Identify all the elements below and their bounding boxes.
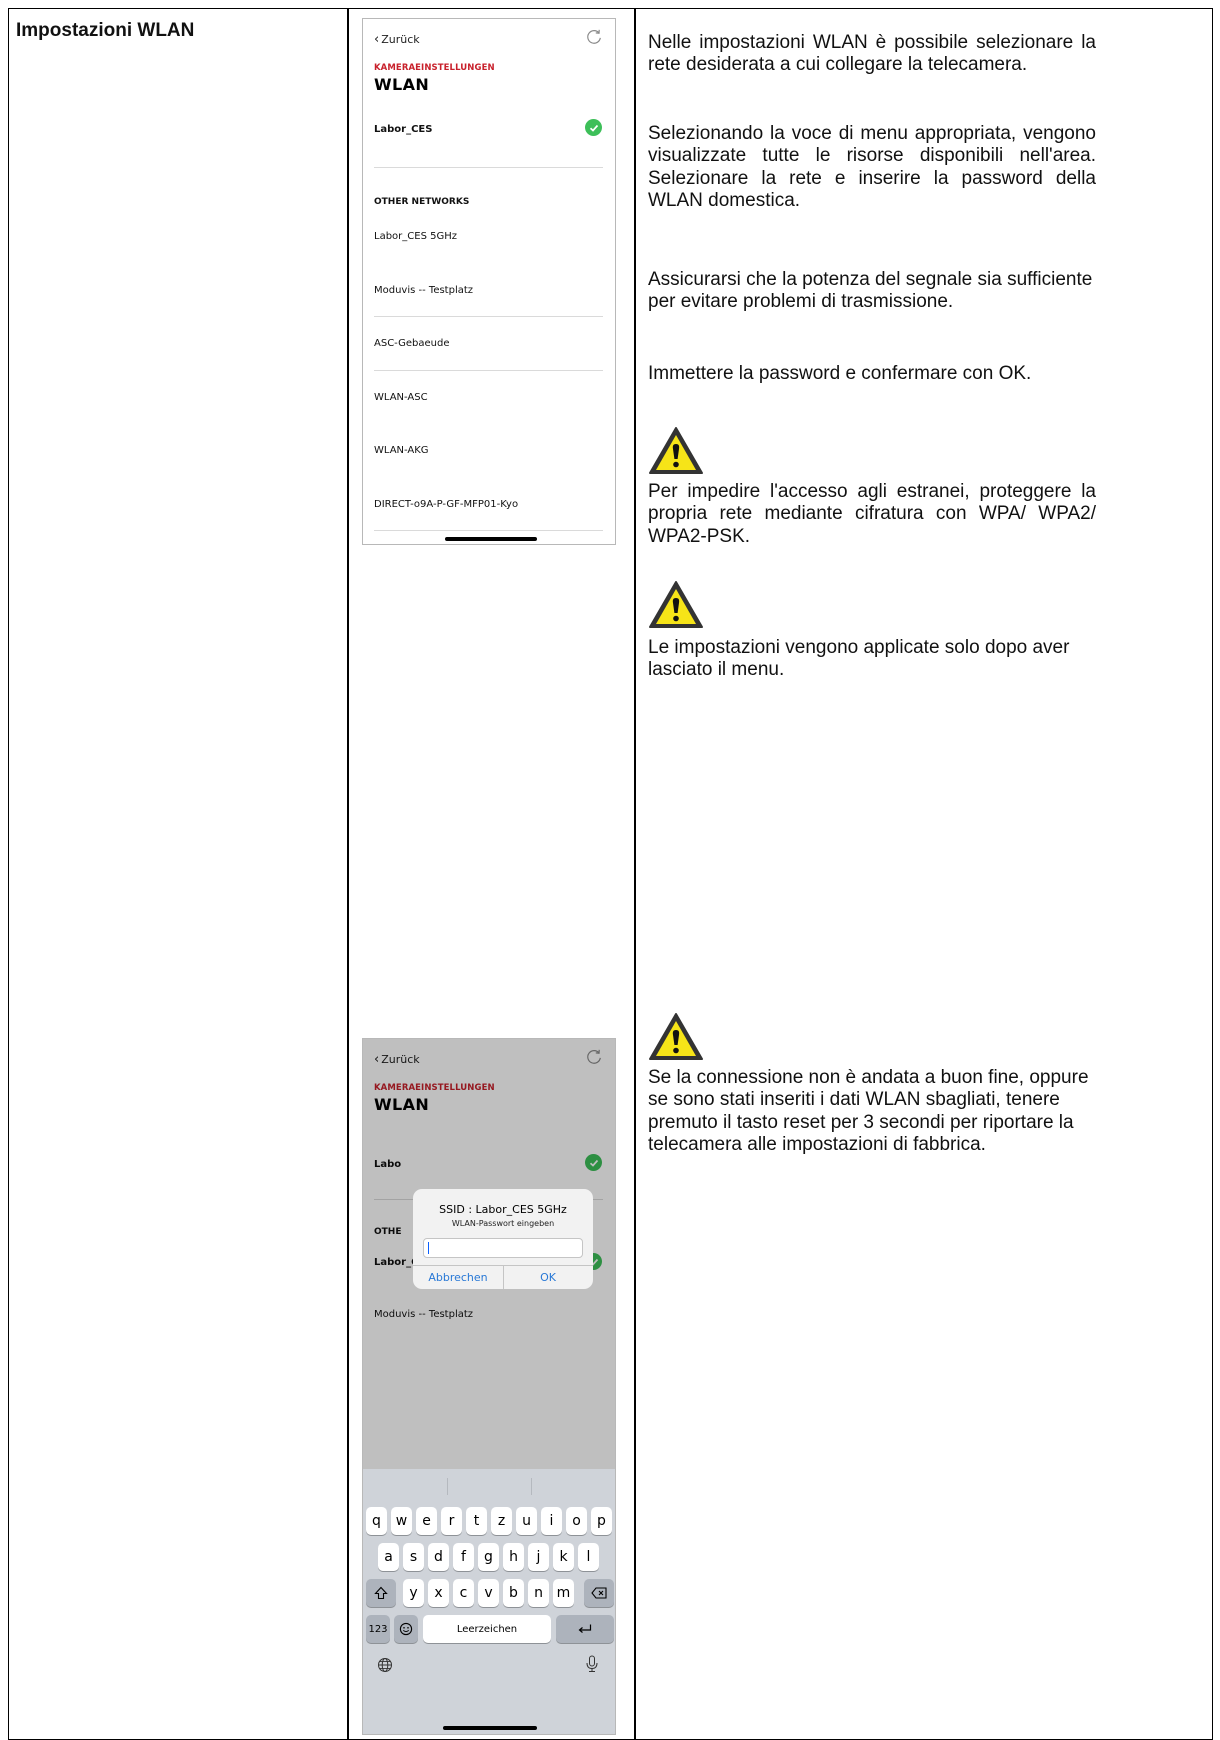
key-o[interactable]: o	[566, 1507, 587, 1535]
key-j[interactable]: j	[528, 1543, 549, 1571]
wlan-settings-screenshot: ‹ Zurück KAMERAEINSTELLUNGEN WLAN Labor_…	[362, 18, 616, 545]
key-v[interactable]: v	[478, 1579, 499, 1607]
backspace-icon	[591, 1587, 607, 1599]
key-l[interactable]: l	[578, 1543, 599, 1571]
cancel-button[interactable]: Abbrechen	[413, 1271, 503, 1284]
key-w[interactable]: w	[391, 1507, 412, 1535]
refresh-icon[interactable]	[585, 28, 603, 46]
return-icon	[578, 1624, 592, 1633]
warning-reset: Se la connessione non è andata a buon fi…	[648, 1067, 1089, 1156]
shift-key[interactable]	[366, 1579, 396, 1607]
warning-encryption: Per impedire l'accesso agli estranei, pr…	[648, 481, 1096, 547]
warning-triangle-icon	[649, 427, 703, 474]
dialog-title: SSID : Labor_CES 5GHz	[439, 1203, 567, 1216]
network-item[interactable]: WLAN-AKG	[374, 445, 429, 456]
paragraph-select-network: Selezionando la voce di menu appropriata…	[648, 123, 1096, 212]
text-caret	[428, 1242, 429, 1254]
connected-network[interactable]: Labor_CES	[374, 124, 432, 135]
on-screen-keyboard: q w e r t z u i o p a s d f g h j k l y …	[363, 1469, 615, 1734]
other-networks-header: OTHER NETWORKS	[374, 197, 470, 207]
column-divider	[634, 9, 636, 1739]
divider	[447, 1478, 448, 1495]
divider	[374, 530, 603, 531]
key-f[interactable]: f	[453, 1543, 474, 1571]
key-g[interactable]: g	[478, 1543, 499, 1571]
key-d[interactable]: d	[428, 1543, 449, 1571]
key-s[interactable]: s	[403, 1543, 424, 1571]
warning-triangle-icon	[649, 1013, 703, 1060]
key-e[interactable]: e	[416, 1507, 437, 1535]
return-key[interactable]	[556, 1615, 614, 1643]
chevron-left-icon: ‹	[374, 32, 380, 47]
column-divider	[347, 9, 349, 1739]
suggestion-bar	[363, 1469, 615, 1502]
divider	[374, 370, 603, 371]
key-x[interactable]: x	[428, 1579, 449, 1607]
emoji-icon	[399, 1622, 413, 1636]
password-dialog: SSID : Labor_CES 5GHz WLAN-Passwort eing…	[413, 1189, 593, 1289]
network-item[interactable]: DIRECT-o9A-P-GF-MFP01-Kyo	[374, 499, 518, 510]
key-t[interactable]: t	[466, 1507, 487, 1535]
shift-icon	[374, 1586, 388, 1600]
warning-triangle-icon	[649, 581, 703, 628]
page-title: WLAN	[374, 75, 430, 94]
key-n[interactable]: n	[528, 1579, 549, 1607]
paragraph-intro: Nelle impostazioni WLAN è possibile sele…	[648, 32, 1096, 76]
section-title: Impostazioni WLAN	[16, 20, 195, 41]
network-item[interactable]: WLAN-ASC	[374, 392, 428, 403]
divider	[374, 316, 603, 317]
key-b[interactable]: b	[503, 1579, 524, 1607]
key-y[interactable]: y	[403, 1579, 424, 1607]
home-indicator	[445, 537, 537, 541]
paragraph-confirm: Immettere la password e confermare con O…	[648, 363, 1032, 384]
password-input[interactable]	[423, 1238, 583, 1258]
key-r[interactable]: r	[441, 1507, 462, 1535]
back-label: Zurück	[381, 33, 420, 46]
network-item[interactable]: ASC-Gebaeude	[374, 338, 450, 349]
key-a[interactable]: a	[378, 1543, 399, 1571]
numbers-key[interactable]: 123	[366, 1615, 390, 1643]
divider	[531, 1478, 532, 1495]
globe-icon[interactable]	[377, 1657, 393, 1673]
backspace-key[interactable]	[584, 1579, 614, 1607]
key-k[interactable]: k	[553, 1543, 574, 1571]
space-key[interactable]: Leerzeichen	[423, 1615, 551, 1643]
network-item[interactable]: Labor_CES 5GHz	[374, 231, 457, 242]
divider	[374, 167, 603, 168]
dialog-subtitle: WLAN-Passwort eingeben	[451, 1219, 555, 1228]
microphone-icon[interactable]	[585, 1655, 599, 1673]
back-button[interactable]: ‹ Zurück	[374, 33, 420, 46]
key-i[interactable]: i	[541, 1507, 562, 1535]
network-item[interactable]: Moduvis -- Testplatz	[374, 285, 473, 296]
password-dialog-screenshot: ‹ Zurück KAMERAEINSTELLUNGEN WLAN Labo O…	[362, 1038, 616, 1735]
key-u[interactable]: u	[516, 1507, 537, 1535]
key-q[interactable]: q	[366, 1507, 387, 1535]
check-circle-icon	[585, 119, 602, 136]
key-z[interactable]: z	[491, 1507, 512, 1535]
ok-button[interactable]: OK	[503, 1271, 593, 1284]
paragraph-signal-strength: Assicurarsi che la potenza del segnale s…	[648, 269, 1093, 313]
warning-apply-settings: Le impostazioni vengono applicate solo d…	[648, 637, 1070, 681]
key-h[interactable]: h	[503, 1543, 524, 1571]
key-p[interactable]: p	[591, 1507, 612, 1535]
home-indicator	[443, 1726, 537, 1730]
emoji-key[interactable]	[394, 1615, 418, 1643]
key-c[interactable]: c	[453, 1579, 474, 1607]
key-m[interactable]: m	[553, 1579, 574, 1607]
breadcrumb: KAMERAEINSTELLUNGEN	[374, 63, 495, 73]
